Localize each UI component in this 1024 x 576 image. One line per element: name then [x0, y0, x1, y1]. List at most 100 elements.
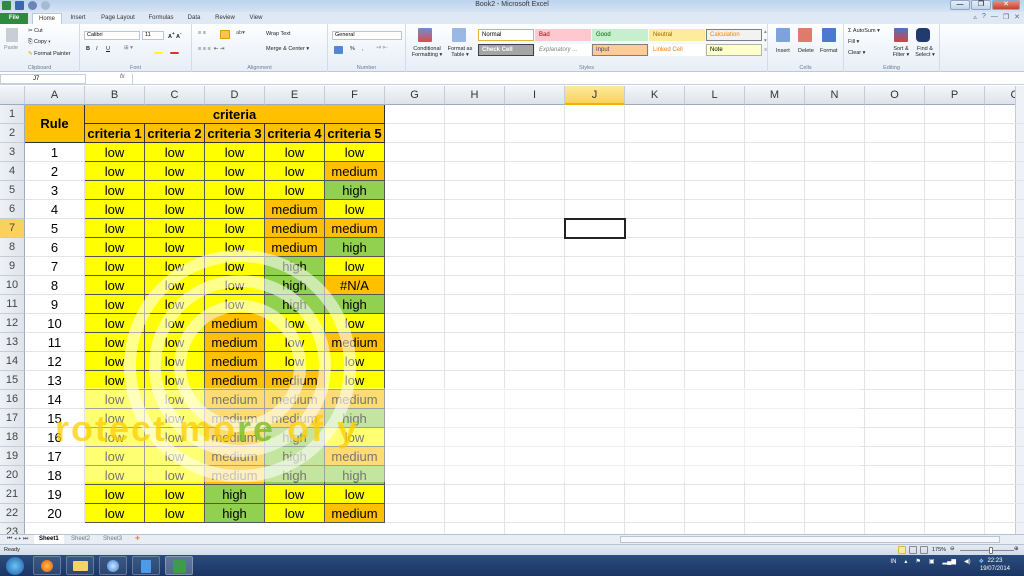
sheet-tab-sheet3[interactable]: Sheet3	[98, 535, 127, 544]
empty-cell[interactable]	[985, 485, 1024, 504]
empty-cell[interactable]	[385, 371, 445, 390]
criteria-value-cell[interactable]: low	[265, 485, 325, 504]
empty-cell[interactable]	[985, 181, 1024, 200]
criteria-value-cell[interactable]: low	[85, 295, 145, 314]
empty-cell[interactable]	[685, 238, 745, 257]
empty-cell[interactable]	[625, 371, 685, 390]
empty-cell[interactable]	[985, 257, 1024, 276]
zoom-slider[interactable]	[960, 550, 1014, 551]
column-header-l[interactable]: L	[685, 86, 745, 105]
criteria-value-cell[interactable]: low	[85, 238, 145, 257]
column-header-i[interactable]: I	[505, 86, 565, 105]
decimal-icon[interactable]: ⁺⁰ ⁰⁻	[376, 46, 388, 52]
empty-cell[interactable]	[445, 390, 505, 409]
empty-cell[interactable]	[925, 352, 985, 371]
sort-filter-icon[interactable]	[894, 28, 908, 42]
tab-review[interactable]: Review	[212, 13, 238, 24]
cell-style-note[interactable]: Note	[706, 44, 762, 56]
empty-cell[interactable]	[385, 295, 445, 314]
empty-cell[interactable]	[925, 276, 985, 295]
column-header-p[interactable]: P	[925, 86, 985, 105]
empty-cell[interactable]	[685, 314, 745, 333]
criteria-value-cell[interactable]: medium	[265, 219, 325, 238]
criteria-value-cell[interactable]: low	[85, 409, 145, 428]
align-left-center-right-icon[interactable]: ≡ ≡ ≡ ⇤ ⇥	[198, 46, 225, 52]
clear-button[interactable]: Clear ▾	[848, 50, 865, 56]
criteria-value-cell[interactable]: low	[145, 447, 205, 466]
row-header-22[interactable]: 22	[0, 504, 25, 523]
row-header-20[interactable]: 20	[0, 466, 25, 485]
criteria-value-cell[interactable]: medium	[325, 162, 385, 181]
criteria-value-cell[interactable]: low	[265, 352, 325, 371]
empty-cell[interactable]	[505, 504, 565, 523]
criteria-value-cell[interactable]: low	[85, 219, 145, 238]
column-header-e[interactable]: E	[265, 86, 325, 105]
row-header-18[interactable]: 18	[0, 428, 25, 447]
workbook-restore-icon[interactable]: ❐	[1003, 13, 1009, 21]
criteria-value-cell[interactable]: low	[85, 181, 145, 200]
criteria-value-cell[interactable]: low	[265, 181, 325, 200]
tab-page-layout[interactable]: Page Layout	[96, 13, 140, 24]
empty-cell[interactable]	[445, 124, 505, 143]
empty-cell[interactable]	[985, 238, 1024, 257]
row-header-5[interactable]: 5	[0, 181, 25, 200]
empty-cell[interactable]	[625, 447, 685, 466]
empty-cell[interactable]	[925, 409, 985, 428]
empty-cell[interactable]	[805, 409, 865, 428]
criteria-value-cell[interactable]: low	[145, 466, 205, 485]
empty-cell[interactable]	[565, 143, 625, 162]
empty-cell[interactable]	[505, 257, 565, 276]
empty-cell[interactable]	[565, 504, 625, 523]
criteria-3-header[interactable]: criteria 3	[205, 124, 265, 143]
criteria-2-header[interactable]: criteria 2	[145, 124, 205, 143]
orientation-icon[interactable]: ab▾	[236, 30, 245, 36]
empty-cell[interactable]	[505, 447, 565, 466]
criteria-value-cell[interactable]: low	[205, 200, 265, 219]
rule-number-cell[interactable]: 16	[25, 428, 85, 447]
empty-cell[interactable]	[865, 504, 925, 523]
empty-cell[interactable]	[505, 200, 565, 219]
column-header-b[interactable]: B	[85, 86, 145, 105]
row-header-3[interactable]: 3	[0, 143, 25, 162]
empty-cell[interactable]	[385, 105, 445, 124]
cut-button[interactable]: ✂ Cut	[28, 28, 43, 34]
find-binoculars-icon[interactable]	[916, 28, 930, 42]
empty-cell[interactable]	[985, 390, 1024, 409]
empty-cell[interactable]	[685, 181, 745, 200]
empty-cell[interactable]	[805, 333, 865, 352]
empty-cell[interactable]	[445, 276, 505, 295]
empty-cell[interactable]	[385, 257, 445, 276]
page-layout-view-icon[interactable]	[909, 546, 917, 554]
empty-cell[interactable]	[985, 409, 1024, 428]
criteria-value-cell[interactable]: low	[85, 466, 145, 485]
empty-cell[interactable]	[565, 257, 625, 276]
empty-cell[interactable]	[865, 162, 925, 181]
criteria-value-cell[interactable]: low	[85, 352, 145, 371]
criteria-value-cell[interactable]: medium	[265, 238, 325, 257]
empty-cell[interactable]	[565, 352, 625, 371]
criteria-value-cell[interactable]: medium	[265, 390, 325, 409]
empty-cell[interactable]	[865, 181, 925, 200]
normal-view-icon[interactable]	[898, 546, 906, 554]
criteria-value-cell[interactable]: low	[145, 504, 205, 523]
cell-style-explanatory[interactable]: Explanatory ...	[535, 44, 591, 56]
criteria-value-cell[interactable]: low	[325, 371, 385, 390]
empty-cell[interactable]	[865, 447, 925, 466]
format-as-table-icon[interactable]	[452, 28, 466, 42]
empty-cell[interactable]	[865, 238, 925, 257]
empty-cell[interactable]	[865, 409, 925, 428]
insert-sheet-icon[interactable]: ✚	[130, 535, 145, 544]
font-size-select[interactable]: 11	[142, 31, 164, 40]
empty-cell[interactable]	[625, 333, 685, 352]
empty-cell[interactable]	[925, 295, 985, 314]
minimize-button[interactable]: —	[950, 0, 970, 10]
taskbar-itunes[interactable]	[99, 556, 127, 575]
insert-function-icon[interactable]: fx	[120, 74, 125, 80]
criteria-value-cell[interactable]: low	[145, 276, 205, 295]
empty-cell[interactable]	[925, 504, 985, 523]
empty-cell[interactable]	[505, 276, 565, 295]
empty-cell[interactable]	[745, 485, 805, 504]
row-header-13[interactable]: 13	[0, 333, 25, 352]
empty-cell[interactable]	[745, 504, 805, 523]
criteria-value-cell[interactable]: low	[205, 295, 265, 314]
